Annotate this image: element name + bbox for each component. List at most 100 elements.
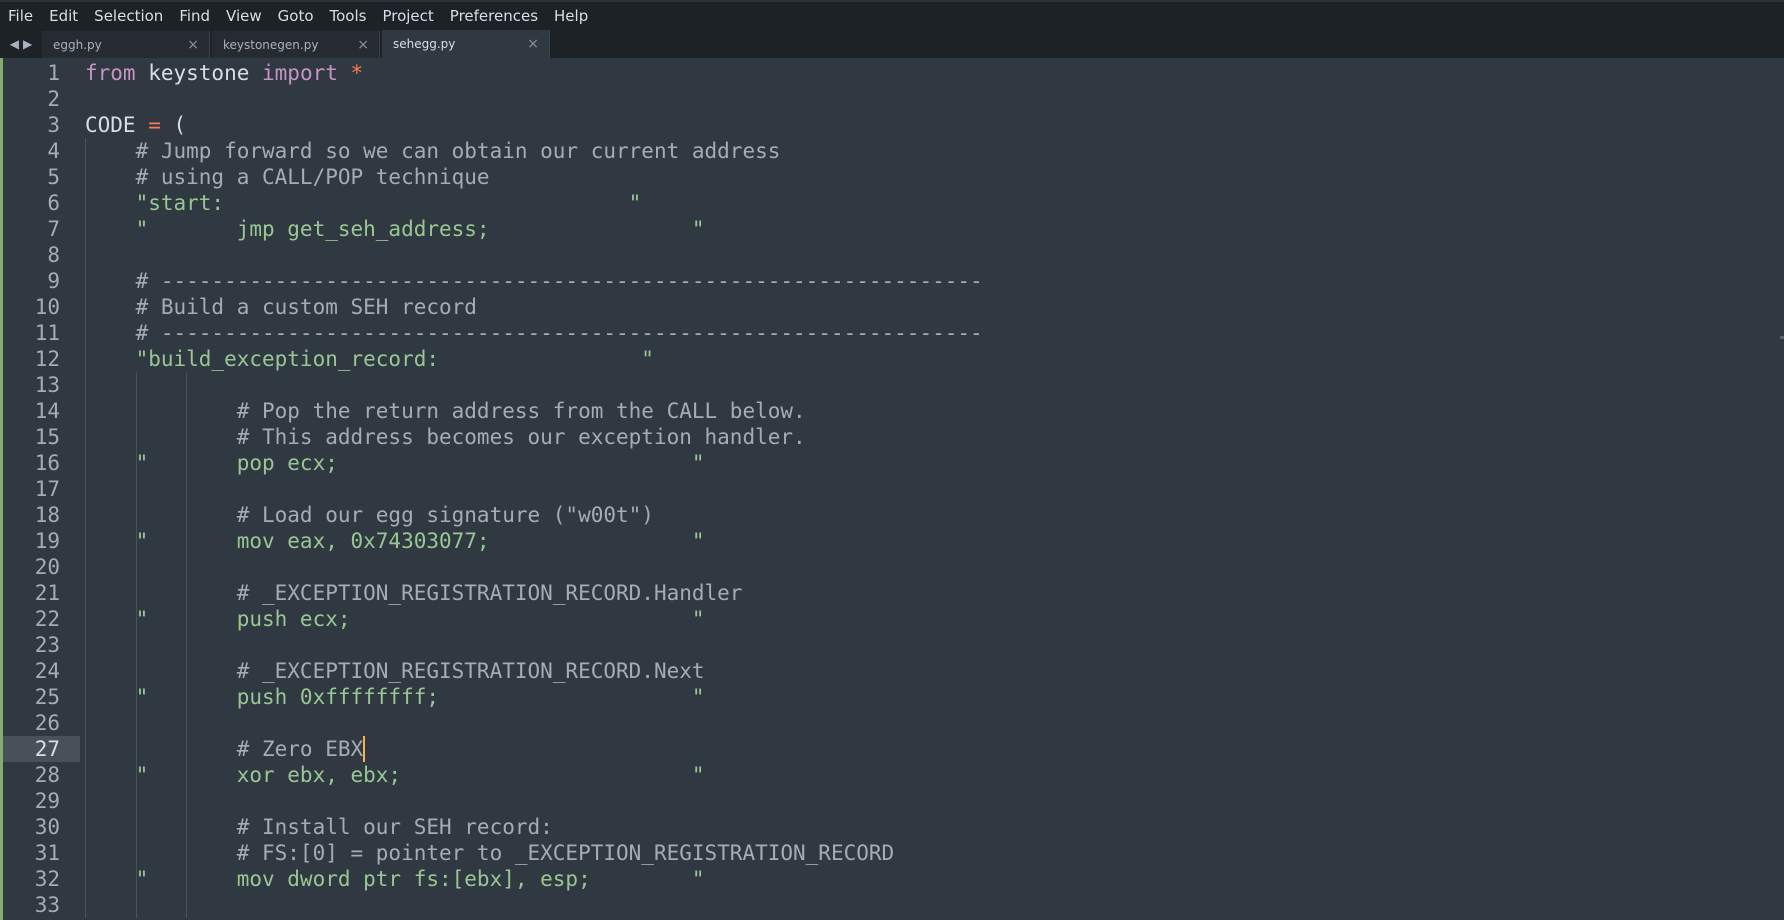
line-number: 1	[47, 61, 60, 85]
code-line[interactable]: 20	[0, 554, 1784, 580]
code-line[interactable]: 3 CODE = (	[0, 112, 1784, 138]
token-kw: from	[85, 61, 136, 85]
code-line[interactable]: 15 # This address becomes our exception …	[0, 424, 1784, 450]
code-line[interactable]: 13	[0, 372, 1784, 398]
code-line[interactable]: 23	[0, 632, 1784, 658]
code-line[interactable]: 31 # FS:[0] = pointer to _EXCEPTION_REGI…	[0, 840, 1784, 866]
token-cmt: # Zero EBX	[85, 737, 364, 761]
code-text: # Zero EBX	[85, 736, 363, 762]
code-line[interactable]: 21 # _EXCEPTION_REGISTRATION_RECORD.Hand…	[0, 580, 1784, 606]
tab-close-icon[interactable]: ×	[187, 37, 199, 53]
code-line[interactable]: 18 # Load our egg signature ("w00t")	[0, 502, 1784, 528]
line-number: 18	[34, 503, 60, 527]
tab-label: eggh.py	[53, 37, 102, 52]
code-line[interactable]: 22 " push ecx; "	[0, 606, 1784, 632]
code-line[interactable]: 26	[0, 710, 1784, 736]
code-text: " push ecx; "	[85, 606, 705, 632]
code-text: # Install our SEH record:	[85, 814, 553, 840]
code-line[interactable]: 12 "build_exception_record: "	[0, 346, 1784, 372]
menu-goto[interactable]: Goto	[270, 2, 322, 30]
token-cmt: # --------------------------------------…	[85, 269, 983, 293]
line-number: 22	[34, 607, 60, 631]
line-number: 14	[34, 399, 60, 423]
code-line[interactable]: 8	[0, 242, 1784, 268]
code-text: # --------------------------------------…	[85, 268, 983, 294]
line-number: 7	[47, 217, 60, 241]
menu-find[interactable]: Find	[171, 2, 218, 30]
tab-close-icon[interactable]: ×	[357, 37, 369, 53]
indent-guide	[136, 372, 137, 918]
code-line[interactable]: 19 " mov eax, 0x74303077; "	[0, 528, 1784, 554]
line-number: 31	[34, 841, 60, 865]
code-line[interactable]: 29	[0, 788, 1784, 814]
code-line[interactable]: 27 # Zero EBX	[0, 736, 1784, 762]
token-cmt: # Jump forward so we can obtain our curr…	[85, 139, 781, 163]
code-line[interactable]: 17	[0, 476, 1784, 502]
tab-next-arrow-icon[interactable]: ▶	[23, 37, 32, 51]
token-cmt: # _EXCEPTION_REGISTRATION_RECORD.Next	[85, 659, 705, 683]
token-kw: import	[262, 61, 338, 85]
code-text: "start: "	[85, 190, 642, 216]
tab-keystonegen-py[interactable]: keystonegen.py ×	[212, 31, 380, 58]
menu-file[interactable]: File	[0, 2, 41, 30]
code-editor[interactable]: 1 from keystone import * 2 3 CODE = (4 # Jum…	[0, 58, 1784, 920]
line-number: 25	[34, 685, 60, 709]
line-number: 9	[47, 269, 60, 293]
tab-nav: ◀ ▶	[0, 30, 42, 58]
code-line[interactable]: 30 # Install our SEH record:	[0, 814, 1784, 840]
code-line[interactable]: 2	[0, 86, 1784, 112]
code-line[interactable]: 16 " pop ecx; "	[0, 450, 1784, 476]
line-number: 23	[34, 633, 60, 657]
indent-guide	[186, 372, 187, 918]
code-text: # _EXCEPTION_REGISTRATION_RECORD.Next	[85, 658, 705, 684]
code-line[interactable]: 4 # Jump forward so we can obtain our cu…	[0, 138, 1784, 164]
menu-project[interactable]: Project	[374, 2, 441, 30]
code-text: " pop ecx; "	[85, 450, 705, 476]
code-line[interactable]: 25 " push 0xffffffff; "	[0, 684, 1784, 710]
menu-edit[interactable]: Edit	[41, 2, 86, 30]
token-str: "build_exception_record: "	[85, 347, 654, 371]
code-line[interactable]: 32 " mov dword ptr fs:[ebx], esp; "	[0, 866, 1784, 892]
code-line[interactable]: 24 # _EXCEPTION_REGISTRATION_RECORD.Next	[0, 658, 1784, 684]
line-number: 6	[47, 191, 60, 215]
code-line[interactable]: 28 " xor ebx, ebx; "	[0, 762, 1784, 788]
code-line[interactable]: 9 # ------------------------------------…	[0, 268, 1784, 294]
code-line[interactable]: 1 from keystone import *	[0, 60, 1784, 86]
menu-view[interactable]: View	[218, 2, 270, 30]
token-op: =	[148, 113, 161, 137]
tab-bar: ◀ ▶ eggh.py × keystonegen.py × sehegg.py ×	[0, 30, 1784, 58]
menu-preferences[interactable]: Preferences	[442, 2, 546, 30]
token-str: " pop ecx; "	[85, 451, 705, 475]
token-cmt: # This address becomes our exception han…	[85, 425, 806, 449]
line-number: 20	[34, 555, 60, 579]
line-number: 33	[34, 893, 60, 917]
menu-selection[interactable]: Selection	[86, 2, 171, 30]
line-number: 28	[34, 763, 60, 787]
text-caret	[363, 736, 366, 762]
code-line[interactable]: 6 "start: "	[0, 190, 1784, 216]
menu-tools[interactable]: Tools	[322, 2, 375, 30]
token-cmt: # Build a custom SEH record	[85, 295, 477, 319]
tab-close-icon[interactable]: ×	[527, 36, 539, 52]
tab-prev-arrow-icon[interactable]: ◀	[10, 37, 19, 51]
code-line[interactable]: 14 # Pop the return address from the CAL…	[0, 398, 1784, 424]
line-number: 27	[34, 737, 60, 761]
tab-eggh-py[interactable]: eggh.py ×	[42, 31, 210, 58]
menu-help[interactable]: Help	[546, 2, 596, 30]
line-number: 17	[34, 477, 60, 501]
line-number: 4	[47, 139, 60, 163]
token-str: "start: "	[85, 191, 642, 215]
code-text: " xor ebx, ebx; "	[85, 762, 705, 788]
code-text: # FS:[0] = pointer to _EXCEPTION_REGISTR…	[85, 840, 894, 866]
token-txt: CODE	[85, 113, 149, 137]
code-line[interactable]: 7 " jmp get_seh_address; "	[0, 216, 1784, 242]
code-line[interactable]: 5 # using a CALL/POP technique	[0, 164, 1784, 190]
line-number: 30	[34, 815, 60, 839]
code-line[interactable]: 11 # -----------------------------------…	[0, 320, 1784, 346]
tab-sehegg-py[interactable]: sehegg.py ×	[382, 30, 550, 58]
code-line[interactable]: 33	[0, 892, 1784, 918]
token-str: " jmp get_seh_address; "	[85, 217, 705, 241]
code-line[interactable]: 10 # Build a custom SEH record	[0, 294, 1784, 320]
line-number: 15	[34, 425, 60, 449]
